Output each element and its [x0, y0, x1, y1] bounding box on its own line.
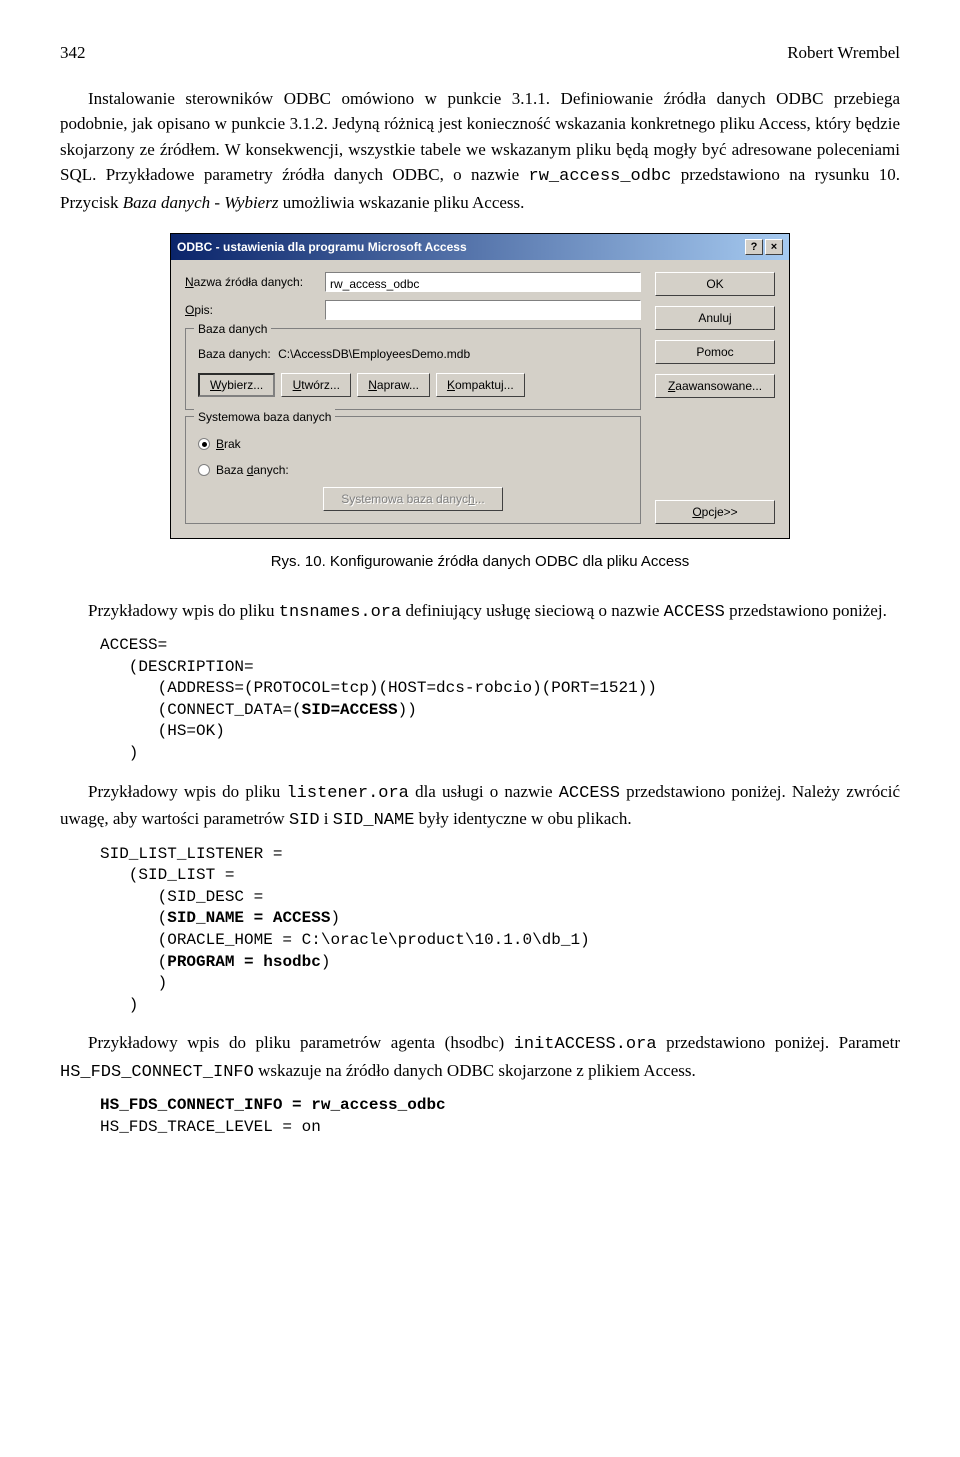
system-db-legend: Systemowa baza danych [194, 408, 335, 426]
cancel-button[interactable]: Anuluj [655, 306, 775, 330]
select-button[interactable]: Wybierz... [198, 373, 275, 397]
create-button[interactable]: Utwórz... [281, 373, 351, 397]
datasource-name-label: Nazwa źródła danych: [185, 273, 317, 291]
database-path: C:\AccessDB\EmployeesDemo.mdb [278, 347, 470, 361]
radio-none[interactable]: Brak [198, 435, 628, 453]
page-author: Robert Wrembel [787, 40, 900, 66]
radio-database[interactable]: Baza danych: [198, 461, 628, 479]
dialog-titlebar: ODBC - ustawienia dla programu Microsoft… [171, 234, 789, 260]
advanced-button[interactable]: Zaawansowane... [655, 374, 775, 398]
database-label: Baza danych: [198, 347, 271, 361]
system-db-group: Systemowa baza danych Brak Baza danych: … [185, 416, 641, 524]
database-group: Baza danych Baza danych: C:\AccessDB\Emp… [185, 328, 641, 410]
help-icon[interactable]: ? [745, 239, 763, 255]
close-icon[interactable]: × [765, 239, 783, 255]
database-legend: Baza danych [194, 320, 271, 338]
page-number: 342 [60, 40, 86, 66]
code-init: HS_FDS_CONNECT_INFO = rw_access_odbc HS_… [100, 1095, 900, 1138]
paragraph-4: Przykładowy wpis do pliku parametrów age… [60, 1030, 900, 1085]
compact-button[interactable]: Kompaktuj... [436, 373, 525, 397]
description-label: Opis: [185, 301, 317, 319]
code-tnsnames: ACCESS= (DESCRIPTION= (ADDRESS=(PROTOCOL… [100, 635, 900, 765]
datasource-name-input[interactable]: rw_access_odbc [325, 272, 641, 292]
options-button[interactable]: Opcje>> [655, 500, 775, 524]
paragraph-1: Instalowanie sterowników ODBC omówiono w… [60, 86, 900, 216]
ok-button[interactable]: OK [655, 272, 775, 296]
description-input[interactable] [325, 300, 641, 320]
radio-dot-icon [198, 438, 210, 450]
odbc-dialog: ODBC - ustawienia dla programu Microsoft… [170, 233, 790, 539]
figure-caption: Rys. 10. Konfigurowanie źródła danych OD… [60, 551, 900, 574]
repair-button[interactable]: Napraw... [357, 373, 430, 397]
dialog-title: ODBC - ustawienia dla programu Microsoft… [177, 238, 467, 256]
paragraph-3: Przykładowy wpis do pliku listener.ora d… [60, 779, 900, 834]
radio-dot-icon [198, 464, 210, 476]
help-button[interactable]: Pomoc [655, 340, 775, 364]
paragraph-2: Przykładowy wpis do pliku tnsnames.ora d… [60, 598, 900, 626]
code-listener: SID_LIST_LISTENER = (SID_LIST = (SID_DES… [100, 844, 900, 1017]
system-db-button: Systemowa baza danych... [323, 487, 503, 511]
